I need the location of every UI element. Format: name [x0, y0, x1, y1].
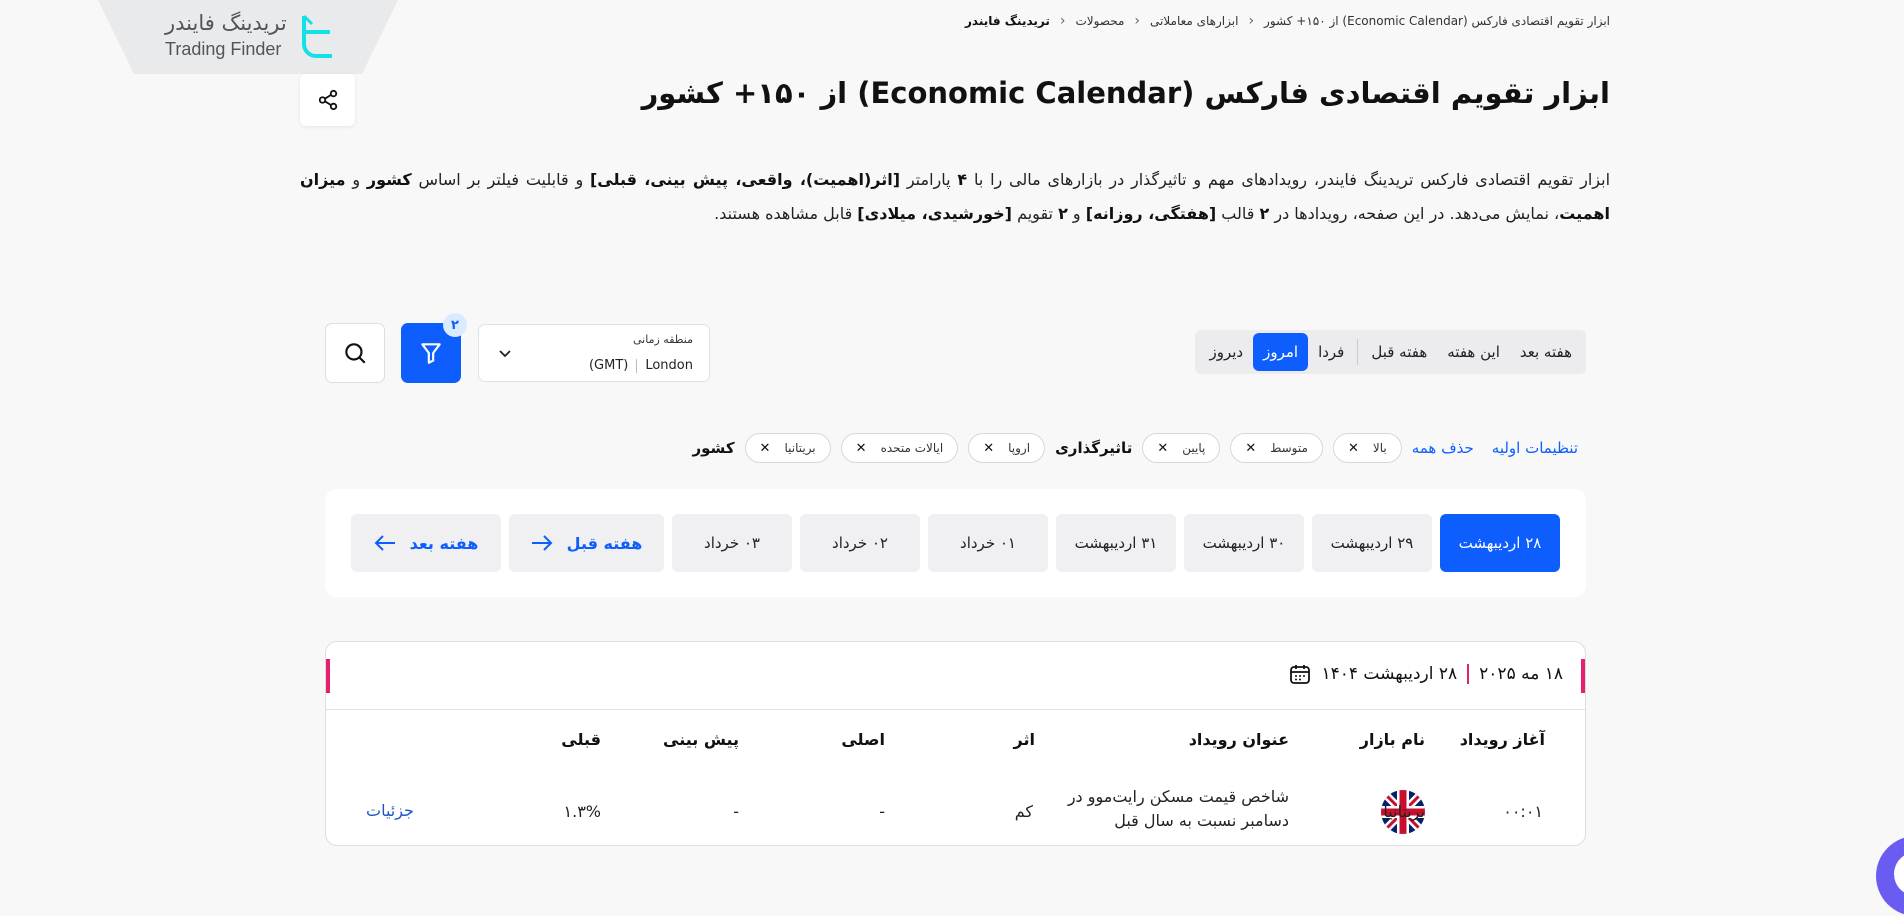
event-time: ۰۰:۰۱ [1503, 802, 1543, 821]
event-forecast: - [733, 802, 739, 821]
day-card[interactable]: ۲۸ اردیبهشت [1440, 514, 1560, 572]
day-range-tabs: دیروز امروز فردا هفته قبل این هفته هفته … [1195, 330, 1586, 374]
col-actual: اصلی [841, 730, 885, 749]
calendar-icon [1289, 665, 1310, 684]
date-gregorian: ۱۸ مه ۲۰۲۵ [1479, 664, 1563, 684]
timezone-select[interactable]: منطقه زمانی (GMT) London [478, 324, 710, 382]
col-forecast: پیش بینی [663, 730, 739, 749]
tab-last-week[interactable]: هفته قبل [1361, 333, 1437, 371]
tab-this-week[interactable]: این هفته [1437, 333, 1510, 371]
event-actual: - [879, 802, 885, 821]
arrow-left-icon [374, 535, 395, 551]
week-navigation: ۲۸ اردیبهشت ۲۹ اردیبهشت ۳۰ اردیبهشت ۳۱ ا… [325, 489, 1586, 597]
col-market: نام بازار [1359, 730, 1425, 749]
tab-divider [1357, 339, 1359, 365]
arrow-right-icon [531, 535, 553, 551]
search-button[interactable] [325, 323, 385, 383]
next-week-button[interactable]: هفته بعد [351, 514, 501, 572]
chip-impact-high[interactable]: بالا ✕ [1332, 433, 1402, 463]
chevron-down-icon [499, 350, 511, 358]
day-card[interactable]: ۰۳ خرداد [672, 514, 792, 572]
share-icon [318, 89, 337, 111]
events-date: ۲۸ اردیبهشت ۱۴۰۴ ۱۸ مه ۲۰۲۵ [1288, 662, 1563, 686]
events-table: ۲۸ اردیبهشت ۱۴۰۴ ۱۸ مه ۲۰۲۵ آغاز رویداد … [325, 641, 1586, 846]
tab-yesterday[interactable]: دیروز [1199, 333, 1253, 371]
page-title: ابزار تقویم اقتصادی فارکس (Economic Cale… [641, 76, 1610, 110]
page-description: ابزار تقویم اقتصادی فارکس تریدینگ فایندر… [300, 170, 1611, 223]
close-icon[interactable]: ✕ [1348, 441, 1359, 456]
col-impact: اثر [1013, 730, 1035, 749]
impact-filter-label: تاثیرگذاری [1055, 439, 1133, 457]
chat-widget-button[interactable] [1876, 836, 1904, 916]
logo-name-en: Trading Finder [165, 39, 282, 59]
chevron-left-icon: ‹ [1248, 13, 1255, 29]
date-separator [1467, 664, 1470, 684]
timezone-value: (GMT) London [588, 358, 693, 373]
active-filters: کشور بریتانیا ✕ ایالات متحده ✕ اروپا ✕ تاثی… [693, 432, 1586, 464]
close-icon[interactable]: ✕ [983, 441, 994, 456]
col-start: آغاز رویداد [1459, 730, 1545, 749]
day-card[interactable]: ۲۹ اردیبهشت [1312, 514, 1432, 572]
close-icon[interactable]: ✕ [1245, 441, 1256, 456]
chip-country-uk[interactable]: بریتانیا ✕ [744, 433, 831, 463]
date-accent-bar [326, 659, 330, 693]
logo-name-fa: تریدینگ فایندر [165, 11, 287, 35]
col-previous: قبلی [561, 730, 601, 749]
clear-all-link[interactable]: حذف همه [1412, 439, 1474, 457]
chip-impact-medium[interactable]: متوسط ✕ [1230, 433, 1323, 463]
date-shamsi: ۲۸ اردیبهشت ۱۴۰۴ [1321, 664, 1458, 684]
breadcrumb-home[interactable]: تریدینگ فایندر [965, 14, 1050, 28]
day-card[interactable]: ۰۲ خرداد [800, 514, 920, 572]
filter-icon [421, 343, 441, 364]
event-title: شاخص قیمت مسکن رایت‌موو در دسامبر نسبت ب… [1067, 787, 1289, 830]
col-title: عنوان رویداد [1188, 730, 1289, 749]
day-card[interactable]: ۳۰ اردیبهشت [1184, 514, 1304, 572]
chip-country-us[interactable]: ایالات متحده ✕ [840, 433, 959, 463]
day-card[interactable]: ۰۱ خرداد [928, 514, 1048, 572]
breadcrumb-products[interactable]: محصولات [1075, 14, 1124, 28]
event-details-link[interactable]: جزئیات [366, 801, 414, 820]
close-icon[interactable]: ✕ [760, 441, 771, 456]
prev-week-button[interactable]: هفته قبل [509, 514, 664, 572]
share-button[interactable] [300, 74, 355, 126]
events-date-header: ۲۸ اردیبهشت ۱۴۰۴ ۱۸ مه ۲۰۲۵ [326, 642, 1585, 710]
search-icon [345, 343, 366, 364]
reset-settings-link[interactable]: تنظیمات اولیه [1492, 439, 1578, 457]
timezone-label: منطقه زمانی [633, 333, 693, 346]
day-card[interactable]: ۳۱ اردیبهشت [1056, 514, 1176, 572]
breadcrumb: تریدینگ فایندر ‹ محصولات ‹ ابزارهای معام… [965, 13, 1610, 29]
tab-next-week[interactable]: هفته بعد [1510, 333, 1582, 371]
event-market: بریتانیا [1383, 802, 1425, 821]
event-impact: کم [1014, 802, 1033, 821]
breadcrumb-trading-tools[interactable]: ابزارهای معاملاتی [1150, 14, 1238, 28]
event-previous: ۱.۳% [563, 802, 601, 821]
chevron-left-icon: ‹ [1059, 13, 1066, 29]
tab-tomorrow[interactable]: فردا [1308, 333, 1354, 371]
tab-today[interactable]: امروز [1253, 333, 1309, 371]
chip-country-europe[interactable]: اروپا ✕ [968, 433, 1046, 463]
breadcrumb-current: ابزار تقویم اقتصادی فارکس (Economic Cale… [1264, 14, 1610, 28]
close-icon[interactable]: ✕ [856, 441, 867, 456]
date-accent-bar [1581, 659, 1585, 693]
close-icon[interactable]: ✕ [1157, 441, 1168, 456]
trading-finder-logo-icon [302, 14, 332, 58]
chevron-left-icon: ‹ [1134, 13, 1141, 29]
chip-impact-low[interactable]: پایین ✕ [1142, 433, 1221, 463]
country-filter-label: کشور [692, 439, 735, 457]
filter-count-badge: ۲ [443, 313, 467, 337]
